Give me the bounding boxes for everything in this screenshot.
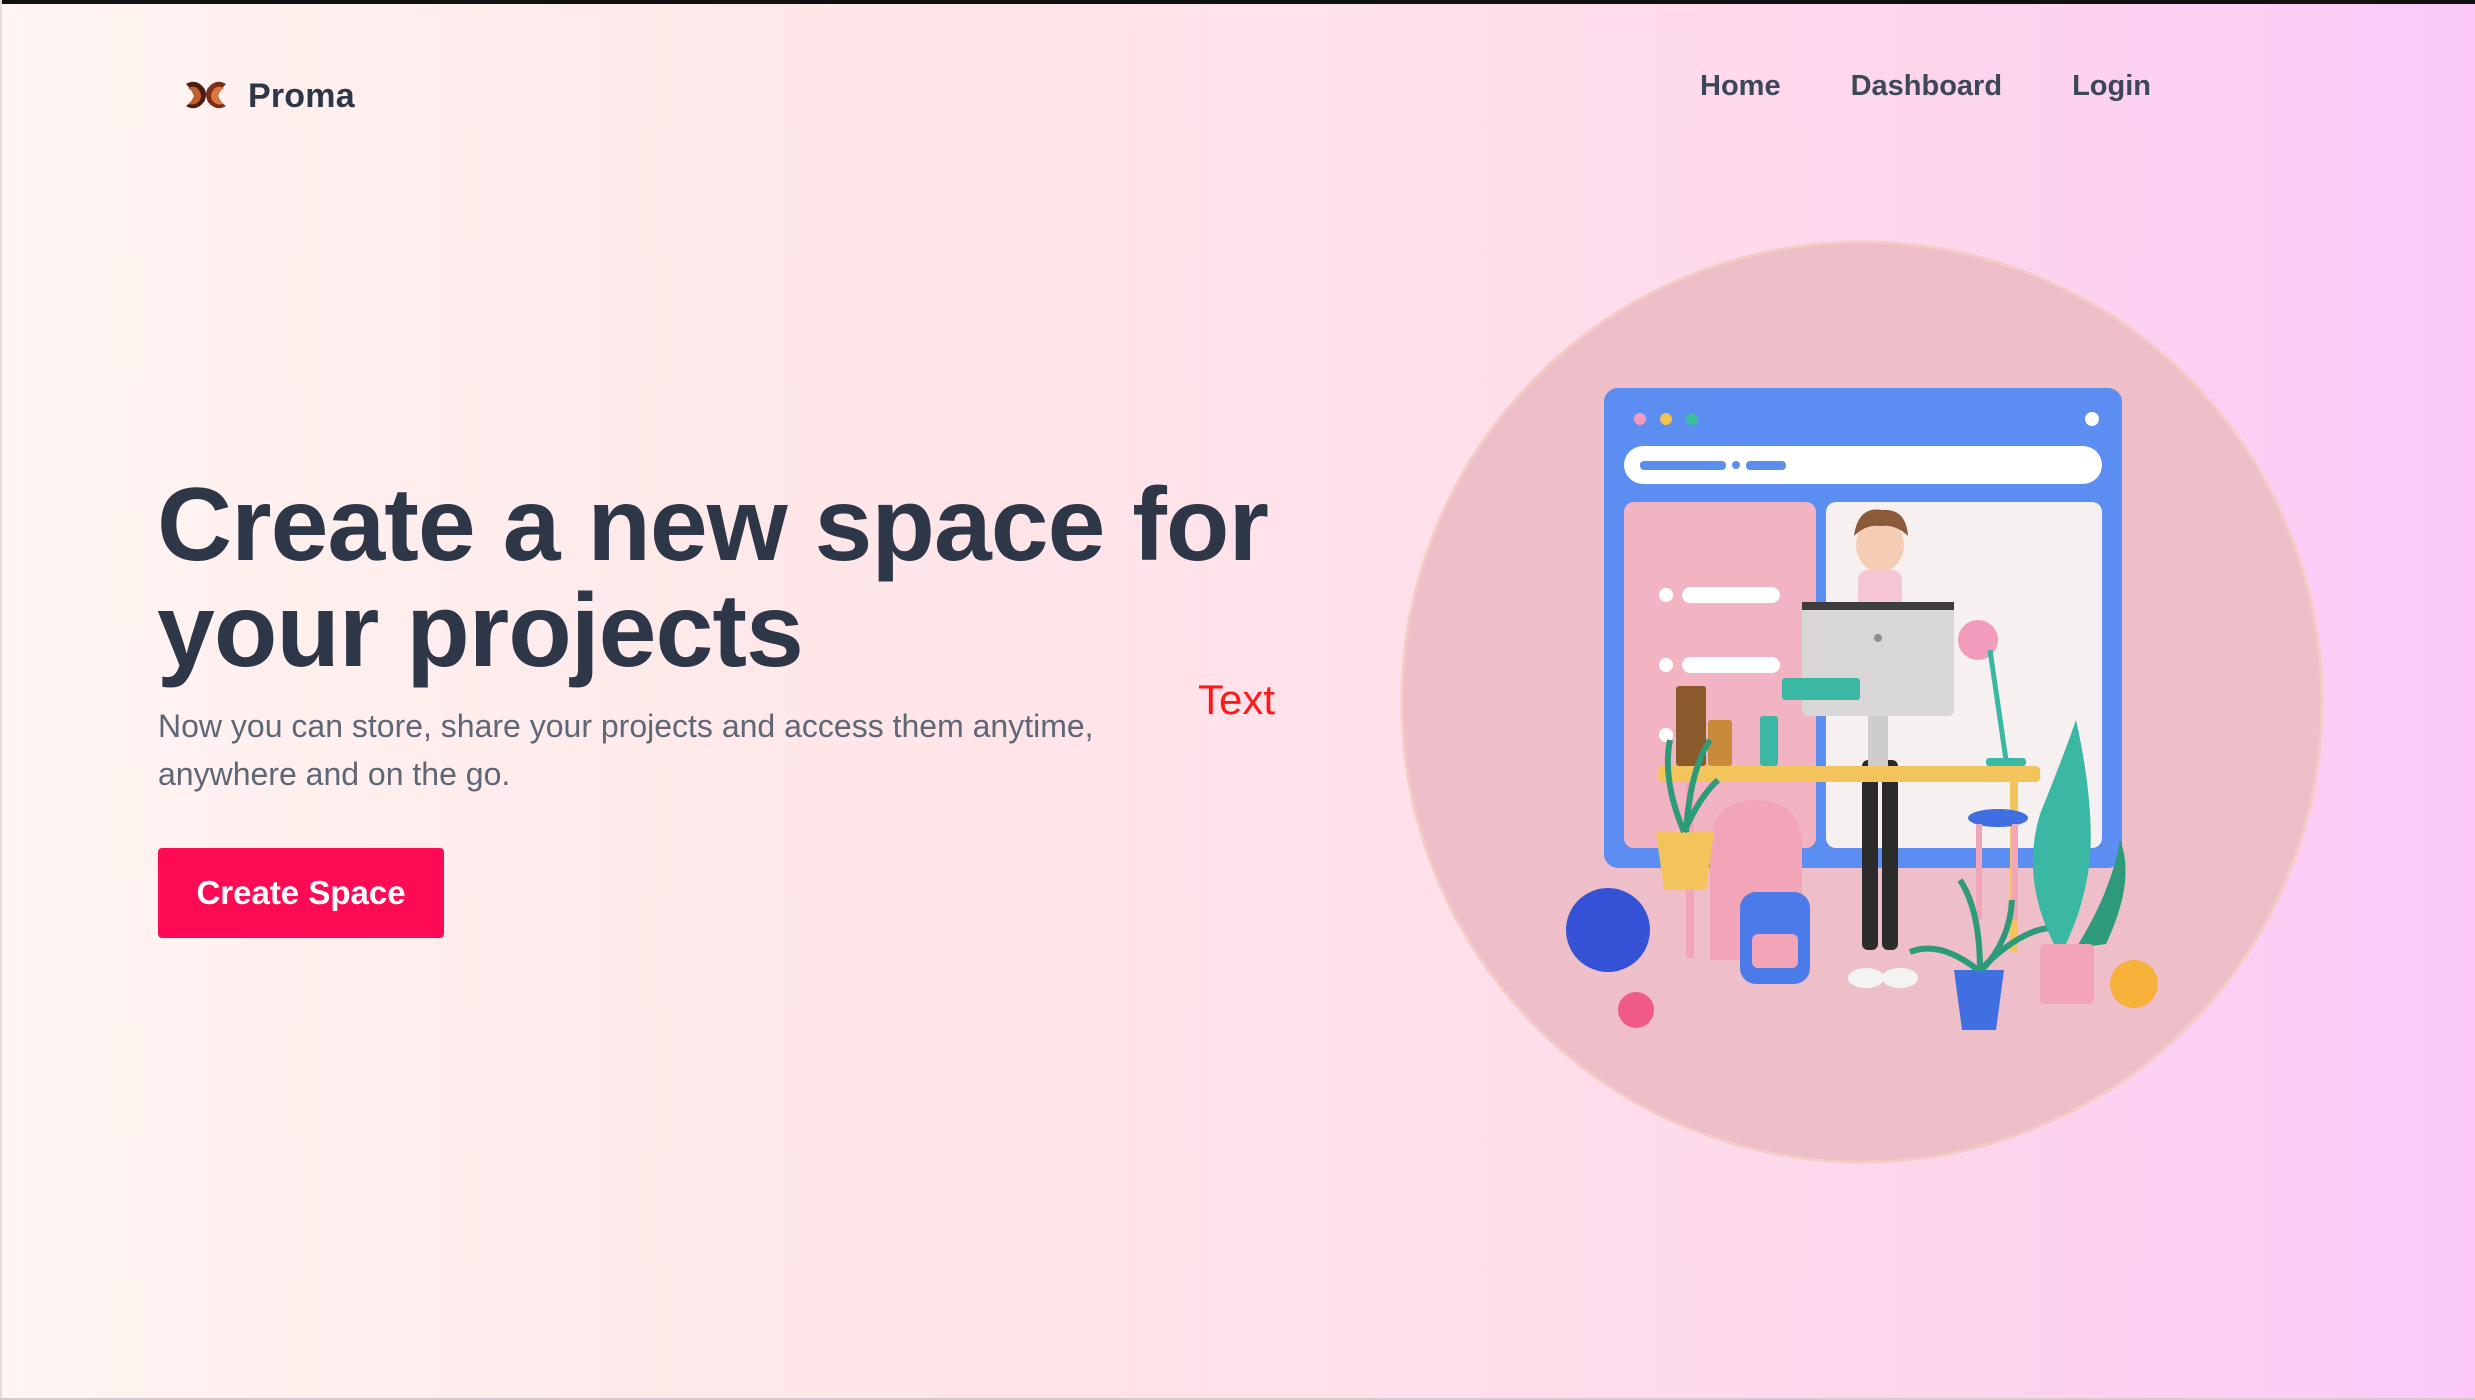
window-top-border — [0, 0, 2475, 4]
logo-icon — [186, 81, 226, 109]
nav-dashboard-link[interactable]: Dashboard — [1851, 70, 2002, 103]
brand[interactable]: Proma — [182, 76, 355, 116]
workspace-illustration-icon — [1400, 240, 2324, 1164]
nav-home-link[interactable]: Home — [1700, 70, 1781, 103]
stray-text-label: Text — [1198, 676, 1276, 723]
nav-login-link[interactable]: Login — [2072, 70, 2151, 103]
brand-name: Proma — [248, 76, 355, 115]
hero-title: Create a new space for your projects — [157, 467, 1269, 689]
create-space-button[interactable]: Create Space — [158, 848, 444, 938]
main-nav: Home Dashboard Login — [1700, 70, 2151, 103]
window-left-border — [0, 0, 2, 1400]
hero-subtitle: Now you can store, share your projects a… — [158, 708, 1094, 792]
